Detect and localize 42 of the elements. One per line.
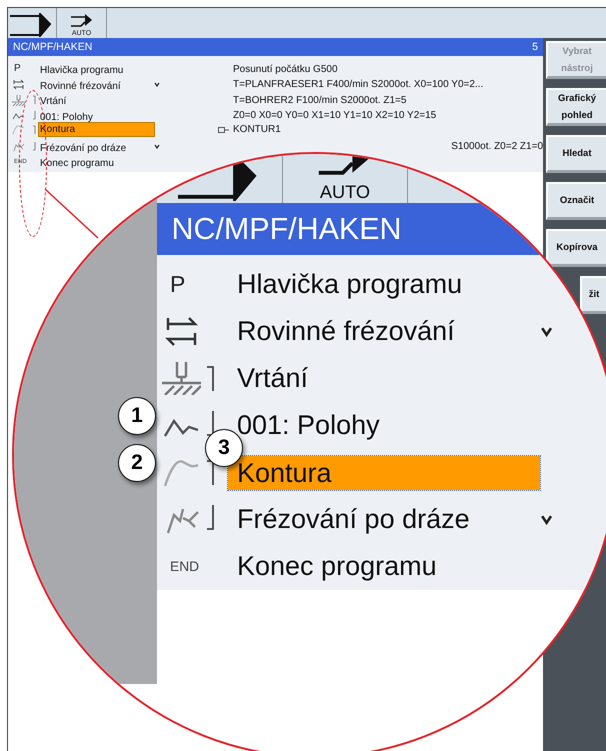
step-name[interactable]: Rovinné frézování (228, 318, 455, 346)
step-parameters: T=PLANFRAESER1 F400/min S2000ot. X0=100 Y0=2... (233, 79, 484, 90)
step-name[interactable]: 001: Polohy (39, 110, 93, 124)
softkey[interactable]: Kopírova (546, 229, 606, 267)
softkey[interactable]: žit (580, 276, 606, 314)
step-name[interactable]: Hlavička programu (39, 64, 124, 77)
softkey[interactable]: Hledat (546, 135, 606, 173)
step-name[interactable]: Rovinné frézování (39, 80, 121, 92)
chevron-down-icon[interactable] (540, 326, 554, 338)
step-parameters: Z0=0 X0=0 Y0=0 X1=10 Y1=10 X2=10 Y2=15 (233, 110, 436, 121)
machine-arrow-icon (10, 13, 54, 37)
step-name[interactable]: Frézování po dráze (39, 142, 126, 154)
step-count: 5 (532, 41, 538, 53)
step-name[interactable]: Kontura (228, 456, 540, 490)
softkey[interactable]: Označit (546, 182, 606, 220)
step-name[interactable]: Vrtání (228, 365, 308, 392)
step-icon-letter: P (13, 64, 21, 74)
chevron-down-icon[interactable] (154, 82, 160, 87)
step-parameters: KONTUR1 (233, 124, 281, 136)
program-path: NC/MPF/HAKEN (172, 212, 402, 247)
step-icon-letter: END (169, 560, 200, 574)
curve-icon (12, 124, 25, 136)
leader-line (44, 188, 100, 240)
auto-arrow-icon (68, 14, 94, 30)
step-name[interactable]: Vrtání (39, 95, 66, 108)
step-name[interactable]: Hlavička programu (228, 271, 462, 298)
step-parameters: Posunutí počátku G500 (233, 64, 338, 74)
drill-icon (162, 362, 201, 396)
chevron-down-icon[interactable] (154, 144, 160, 149)
step-parameters: T=BOHRER2 F100/min S2000ot. Z1=5 (233, 94, 406, 106)
program-path: NC/MPF/HAKEN (13, 41, 92, 53)
step-name[interactable]: Konec programu (39, 157, 114, 170)
step-name[interactable]: Frézování po dráze (228, 506, 470, 534)
softkey[interactable]: Grafický pohled (546, 88, 606, 126)
arrows-icon (12, 79, 25, 90)
step-parameters: S1000ot. Z0=2 Z1=0 (451, 141, 543, 152)
step-name[interactable]: Konec programu (228, 553, 437, 580)
drill-icon (12, 94, 25, 106)
step-name[interactable]: Kontura (39, 123, 154, 136)
chevron-down-icon[interactable] (540, 514, 554, 526)
squiggle-icon (12, 141, 25, 152)
step-icon-letter: P (169, 273, 186, 296)
